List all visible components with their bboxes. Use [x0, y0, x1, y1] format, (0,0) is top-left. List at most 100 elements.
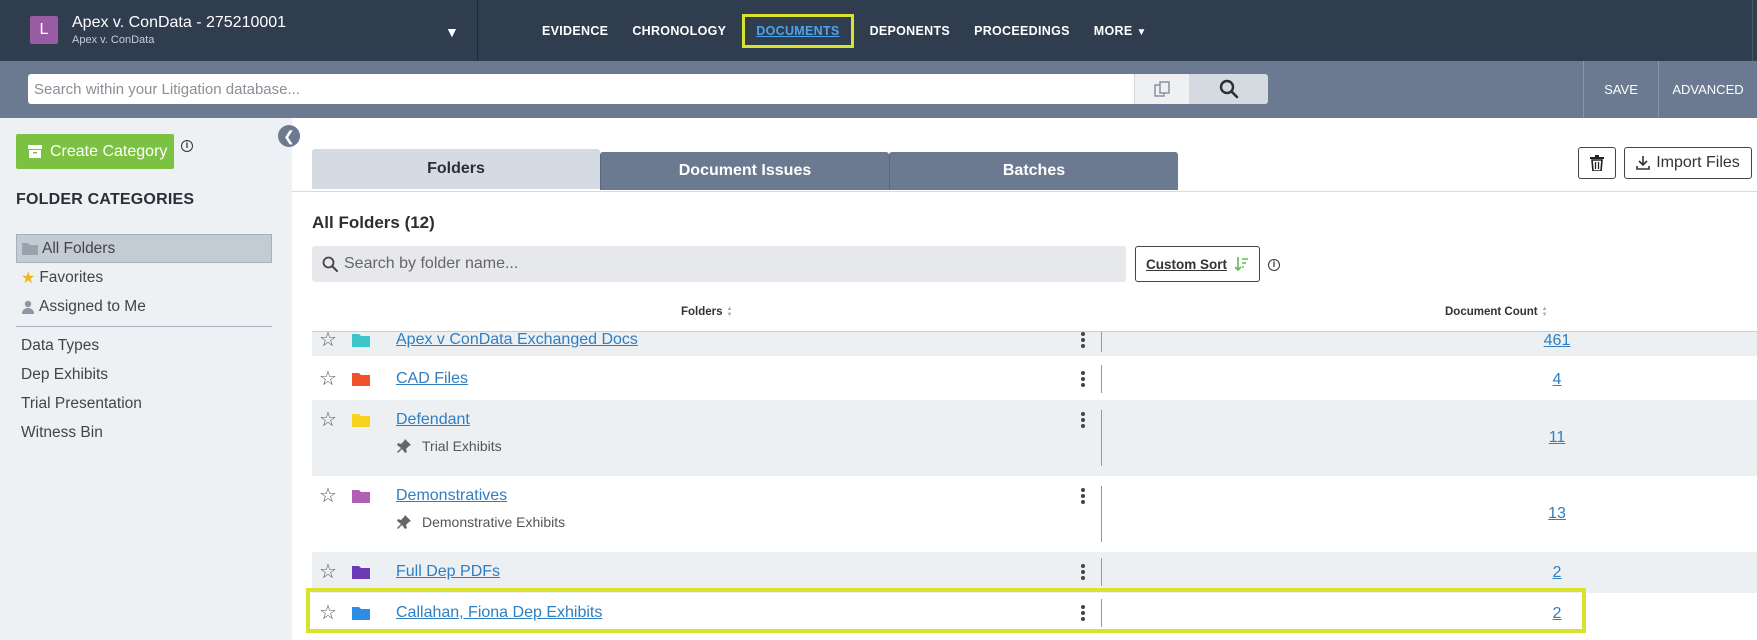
sort-icon: [1235, 257, 1248, 272]
folder-name-link[interactable]: Callahan, Fiona Dep Exhibits: [396, 604, 602, 622]
all-folders-title: All Folders (12): [312, 213, 435, 232]
sidebar-item-label: Assigned to Me: [39, 297, 146, 315]
search-bar: SAVE ADVANCED: [0, 61, 1757, 118]
table-row[interactable]: ☆ CAD Files 4: [312, 359, 1757, 400]
topbar-edge: [1752, 0, 1757, 61]
favorite-star-icon[interactable]: ☆: [319, 332, 337, 350]
row-menu-icon[interactable]: [1080, 371, 1086, 387]
table-row[interactable]: ☆ Callahan, Fiona Dep Exhibits 2: [312, 593, 1757, 634]
nav-documents[interactable]: DOCUMENTS: [742, 13, 854, 48]
search-button[interactable]: [1189, 74, 1268, 104]
document-count-link[interactable]: 13: [1492, 505, 1622, 523]
table-row[interactable]: ☆ Apex v ConData Exchanged Docs 461: [312, 332, 1757, 356]
row-menu-icon[interactable]: [1080, 605, 1086, 621]
table-row[interactable]: ☆ Demonstratives Demonstrative Exhibits …: [312, 476, 1757, 552]
save-button[interactable]: SAVE: [1583, 61, 1658, 118]
table-row[interactable]: ☆ Full Dep PDFs 2: [312, 552, 1757, 593]
folder-name-link[interactable]: Demonstratives: [396, 487, 507, 505]
folder-sub-item: Demonstrative Exhibits: [396, 514, 565, 530]
folder-sub-item: Trial Exhibits: [396, 438, 502, 454]
main-nav: EVIDENCE CHRONOLOGY DOCUMENTS DEPONENTS …: [530, 0, 1159, 61]
folder-table: ☆ Apex v ConData Exchanged Docs 461 ☆ CA…: [312, 332, 1757, 640]
column-separator: [1101, 599, 1102, 627]
nav-evidence[interactable]: EVIDENCE: [530, 14, 620, 48]
delete-button[interactable]: [1578, 147, 1616, 179]
row-menu-icon[interactable]: [1080, 488, 1086, 504]
document-count-link[interactable]: 4: [1492, 371, 1622, 389]
sidebar-item-all-folders[interactable]: All Folders: [16, 234, 272, 263]
folder-name-link[interactable]: Apex v ConData Exchanged Docs: [396, 332, 638, 349]
row-menu-icon[interactable]: [1080, 564, 1086, 580]
folder-name-link[interactable]: CAD Files: [396, 370, 468, 388]
col-header-document-count[interactable]: Document Count ▲ ▼: [1445, 306, 1548, 318]
nav-deponents[interactable]: DEPONENTS: [858, 14, 963, 48]
folder-categories-list: All Folders ★ Favorites Assigned to Me D…: [16, 234, 272, 447]
create-category-button[interactable]: Create Category: [16, 134, 174, 169]
favorite-star-icon[interactable]: ☆: [319, 486, 337, 506]
document-count-link[interactable]: 11: [1492, 429, 1622, 447]
tab-folders[interactable]: Folders: [312, 149, 600, 189]
folder-tabs: Folders Document Issues Batches: [312, 149, 1178, 191]
folder-icon: [22, 243, 38, 255]
sidebar-item-trial-presentation[interactable]: Trial Presentation: [16, 389, 272, 418]
copy-search-button[interactable]: [1134, 74, 1189, 104]
search-icon: [322, 256, 338, 272]
nav-more-label: MORE: [1093, 23, 1133, 38]
column-separator: [1101, 365, 1102, 393]
create-category-info-icon[interactable]: i: [181, 140, 193, 152]
create-category-label: Create Category: [50, 142, 168, 160]
case-selector[interactable]: L Apex v. ConData - 275210001 Apex v. Co…: [0, 0, 478, 61]
sidebar: Create Category i FOLDER CATEGORIES All …: [0, 118, 292, 640]
case-title: Apex v. ConData - 275210001: [72, 14, 287, 31]
sidebar-item-data-types[interactable]: Data Types: [16, 331, 272, 360]
folder-icon: [352, 566, 370, 579]
col-folders-label: Folders: [681, 306, 723, 318]
document-count-link[interactable]: 2: [1492, 564, 1622, 582]
sub-item-label: Demonstrative Exhibits: [422, 514, 566, 530]
box-icon: [28, 145, 42, 158]
collapse-sidebar-icon[interactable]: ❮: [278, 125, 300, 147]
favorite-star-icon[interactable]: ☆: [319, 562, 337, 582]
sort-arrows-icon: ▲ ▼: [1541, 306, 1548, 318]
folder-search-box: [312, 246, 1126, 282]
top-header: L Apex v. ConData - 275210001 Apex v. Co…: [0, 0, 1757, 61]
sidebar-item-dep-exhibits[interactable]: Dep Exhibits: [16, 360, 272, 389]
folder-name-link[interactable]: Defendant: [396, 411, 470, 429]
download-icon: [1636, 156, 1651, 170]
user-icon: [22, 300, 34, 314]
col-header-folders[interactable]: Folders ▲ ▼: [681, 306, 733, 318]
pin-icon: [397, 439, 411, 453]
column-separator: [1101, 558, 1102, 586]
search-icon: [1219, 79, 1238, 99]
row-menu-icon[interactable]: [1080, 412, 1086, 428]
tab-batches[interactable]: Batches: [889, 152, 1178, 190]
sidebar-item-witness-bin[interactable]: Witness Bin: [16, 418, 272, 447]
folder-search-input[interactable]: [344, 246, 1114, 282]
col-count-label: Document Count: [1445, 306, 1538, 318]
favorite-star-icon[interactable]: ☆: [319, 410, 337, 430]
tab-document-issues[interactable]: Document Issues: [600, 152, 889, 190]
tab-underline: [292, 191, 1757, 192]
database-search-input[interactable]: [28, 74, 1134, 104]
row-menu-icon[interactable]: [1080, 332, 1086, 348]
favorite-star-icon[interactable]: ☆: [319, 369, 337, 389]
advanced-button[interactable]: ADVANCED: [1658, 61, 1757, 118]
nav-chronology[interactable]: CHRONOLOGY: [620, 14, 738, 48]
document-count-link[interactable]: 2: [1492, 605, 1622, 623]
nav-more[interactable]: MORE ▼: [1082, 14, 1159, 48]
favorite-star-icon[interactable]: ☆: [319, 603, 337, 623]
folder-categories-heading: FOLDER CATEGORIES: [16, 191, 195, 208]
sidebar-item-favorites[interactable]: ★ Favorites: [16, 263, 272, 292]
custom-sort-info-icon[interactable]: i: [1268, 259, 1280, 271]
custom-sort-button[interactable]: Custom Sort: [1135, 246, 1260, 282]
document-count-link[interactable]: 461: [1492, 332, 1622, 350]
case-dropdown-caret-icon[interactable]: ▼: [445, 24, 459, 40]
import-files-label: Import Files: [1656, 154, 1740, 171]
folder-name-link[interactable]: Full Dep PDFs: [396, 563, 500, 581]
sidebar-item-assigned-to-me[interactable]: Assigned to Me: [16, 292, 272, 321]
table-row[interactable]: ☆ Defendant Trial Exhibits 11: [312, 400, 1757, 476]
nav-proceedings[interactable]: PROCEEDINGS: [962, 14, 1082, 48]
folder-icon: [352, 607, 370, 620]
column-separator: [1101, 486, 1102, 542]
import-files-button[interactable]: Import Files: [1624, 147, 1752, 179]
